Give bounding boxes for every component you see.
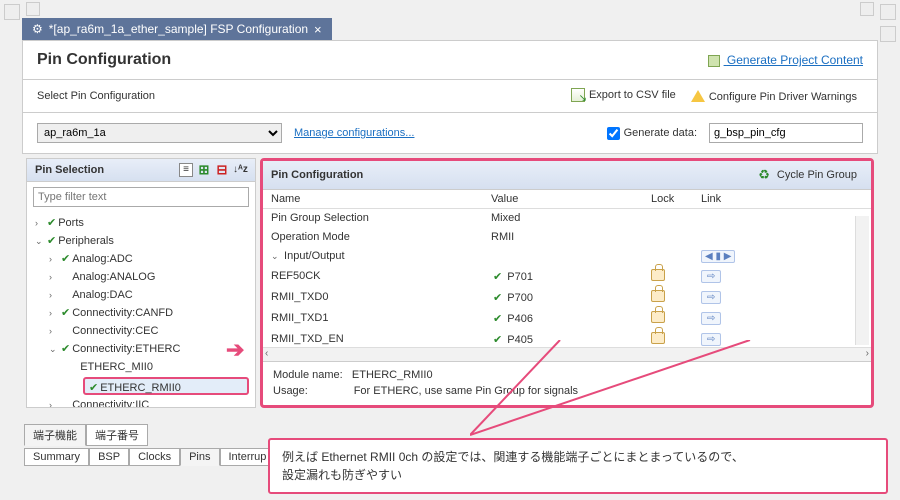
main-tab[interactable]: Pins [180,448,219,466]
module-name-value: ETHERC_RMII0 [352,369,433,381]
pin-row[interactable]: RMII_TXD_EN✔ P405⇨ [263,329,871,348]
view-icon-right[interactable] [880,26,896,42]
module-name-label: Module name: [273,369,343,381]
tree-item[interactable]: ⌄✔Connectivity:ETHERC [31,340,255,358]
annotation-box: 例えば Ethernet RMII 0ch の設定では、関連する機能端子ごとにま… [268,438,888,494]
generate-icon [708,55,720,67]
tree-item-child[interactable]: ✔ETHERC_MII0 [31,358,255,376]
usage-value: For ETHERC, use same Pin Group for signa… [354,385,578,397]
pin-config-title: Pin Configuration [271,169,363,181]
col-link: Link [693,190,871,209]
main-tab[interactable]: BSP [89,448,129,466]
link-icon[interactable]: ⇨ [701,312,721,325]
close-icon[interactable]: × [314,22,322,37]
generate-data-value[interactable] [709,123,863,143]
config-select[interactable]: ap_ra6m_1a [37,123,282,143]
lock-icon[interactable] [651,269,665,281]
v-scrollbar[interactable] [855,216,869,345]
generate-data-checkbox[interactable]: Generate data: [607,127,697,140]
recycle-icon: ♻ [758,167,770,183]
lock-icon[interactable] [651,332,665,344]
gen-icon[interactable] [880,4,896,20]
tree-item[interactable]: ›✔Connectivity:CANFD [31,304,255,322]
cycle-pin-group-button[interactable]: ♻Cycle Pin Group [752,165,863,185]
pin-row[interactable]: Operation ModeRMII [263,228,871,247]
page-title: Pin Configuration [37,51,171,69]
csv-icon [571,88,585,102]
tree-item[interactable]: ›✔Analog:ANALOG [31,268,255,286]
sub-tab[interactable]: 端子機能 [24,424,86,446]
h-scrollbar[interactable]: ‹› [263,347,871,361]
generate-project-link[interactable]: Generate Project Content [708,53,863,67]
min-icon[interactable] [26,2,40,16]
lock-icon[interactable] [651,311,665,323]
usage-label: Usage: [273,385,308,397]
main-tab[interactable]: Summary [24,448,89,466]
nav-buttons[interactable]: ◀ ▮ ▶ [701,250,735,263]
main-tab[interactable]: Clocks [129,448,180,466]
top-action-strip [22,0,878,18]
pin-row[interactable]: Pin Group SelectionMixed [263,209,871,228]
link-icon[interactable]: ⇨ [701,333,721,346]
list-icon[interactable] [179,163,193,177]
tree-item[interactable]: ›✔Connectivity:CEC [31,322,255,340]
editor-tab[interactable]: ⚙ *[ap_ra6m_1a_ether_sample] FSP Configu… [22,18,332,40]
export-csv-button[interactable]: Export to CSV file [565,86,682,104]
sort-icon[interactable]: ↓ᴬz [233,163,247,177]
pin-selection-title: Pin Selection [35,164,104,176]
tree-item-child[interactable]: ✔ETHERC_RMII0 [83,377,249,395]
lock-icon[interactable] [651,290,665,302]
warning-icon [691,90,705,104]
tree-item[interactable]: ›✔Connectivity:IIC [31,396,255,407]
col-lock: Lock [643,190,693,209]
pin-row[interactable]: RMII_TXD1✔ P406⇨ [263,308,871,329]
generate-data-check[interactable] [607,127,620,140]
pin-row[interactable]: REF50CK✔ P701⇨ [263,266,871,287]
tree-ports[interactable]: ›✔Ports [31,214,255,232]
col-name: Name [263,190,483,209]
tree-item[interactable]: ›✔Analog:DAC [31,286,255,304]
link-icon[interactable]: ⇨ [701,270,721,283]
pin-row[interactable]: ⌄ Input/Output◀ ▮ ▶ [263,247,871,266]
collapse-icon[interactable]: ⊟ [215,163,229,177]
sub-tab[interactable]: 端子番号 [86,424,148,446]
view-icon-left[interactable] [4,4,20,20]
tree-item[interactable]: ›✔Analog:ADC [31,250,255,268]
col-value: Value [483,190,643,209]
expand-icon[interactable]: ⊞ [197,163,211,177]
gear-icon: ⚙ [32,22,43,36]
callout-arrow: ➔ [226,337,244,363]
link-icon[interactable]: ⇨ [701,291,721,304]
pin-row[interactable]: RMII_TXD0✔ P700⇨ [263,287,871,308]
select-pin-config-label: Select Pin Configuration [37,90,155,102]
filter-input[interactable] [33,187,249,207]
tree-peripherals[interactable]: ⌄✔Peripherals [31,232,255,250]
max-icon[interactable] [860,2,874,16]
manage-configs-link[interactable]: Manage configurations... [294,127,414,139]
editor-tab-title: *[ap_ra6m_1a_ether_sample] FSP Configura… [49,22,308,36]
configure-warnings-button[interactable]: Configure Pin Driver Warnings [685,88,863,106]
